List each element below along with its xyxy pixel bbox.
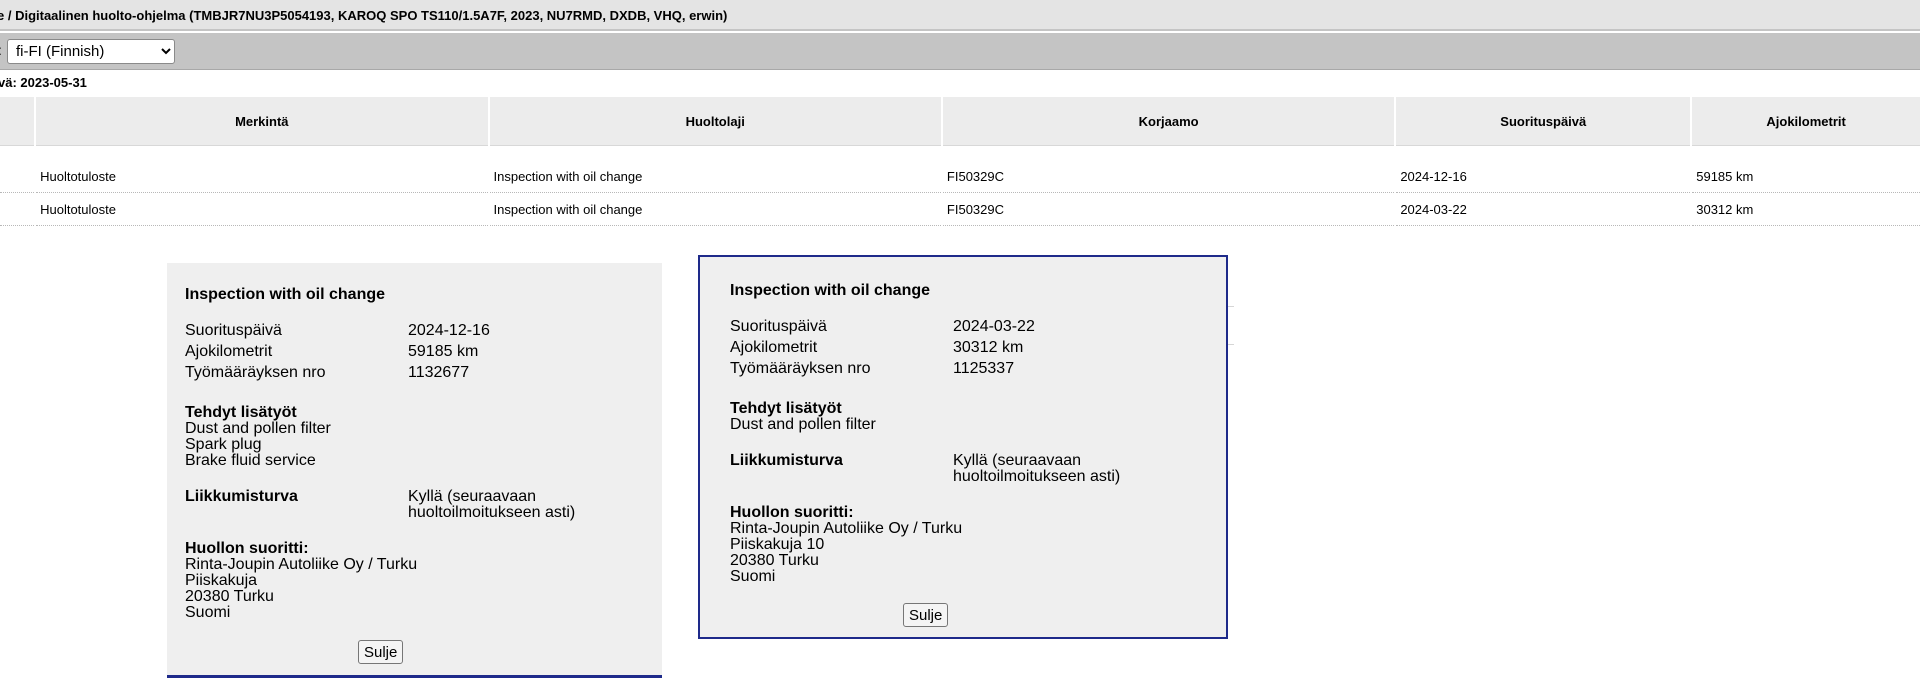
extra-work-item: Spark plug <box>185 436 262 453</box>
cell-huoltolaji[interactable]: Inspection with oil change <box>489 193 941 226</box>
field-label: Ajokilometrit <box>730 339 818 356</box>
performer-line: Suomi <box>730 568 776 585</box>
table-spacer <box>0 146 1920 160</box>
extra-work-item: Dust and pollen filter <box>185 420 331 437</box>
cell-ajokilometrit[interactable]: 59185 km <box>1692 160 1920 193</box>
mobility-value-line: Kyllä (seuraavaan <box>953 452 1082 469</box>
service-detail-popup-2: Inspection with oil change Suorituspäivä… <box>698 255 1228 639</box>
language-bar: : fi-FI (Finnish) <box>0 33 1920 70</box>
field-value: 30312 km <box>953 339 1024 356</box>
cell-merkinta[interactable]: Huoltotuloste <box>36 193 488 226</box>
performer-line: 20380 Turku <box>730 552 819 569</box>
cell-ajokilometrit[interactable]: 30312 km <box>1692 193 1920 226</box>
performer-section: Huollon suoritti: Rinta-Joupin Autoliike… <box>185 541 417 621</box>
table-row[interactable]: Huoltotuloste Inspection with oil change… <box>0 160 1920 193</box>
header-huoltolaji[interactable]: Huoltolaji <box>489 97 941 146</box>
window-title-bar: e / Digitaalinen huolto-ohjelma (TMBJR7N… <box>0 0 1920 31</box>
field-value: 1132677 <box>408 364 470 381</box>
date-line: vä: 2023-05-31 <box>0 70 1920 96</box>
performer-line: Piiskakuja <box>185 572 258 589</box>
extra-work-item: Dust and pollen filter <box>730 416 876 433</box>
mobility-value: Kyllä (seuraavaan huoltoilmoitukseen ast… <box>953 453 1120 485</box>
mobility-value-line: huoltoilmoitukseen asti) <box>953 468 1121 485</box>
close-button[interactable]: Sulje <box>358 640 404 664</box>
close-button[interactable]: Sulje <box>903 603 949 627</box>
cell-huoltolaji[interactable]: Inspection with oil change <box>489 160 941 193</box>
date-text: vä: 2023-05-31 <box>0 75 87 90</box>
field-label: Suorituspäivä <box>730 318 827 335</box>
mobility-value-line: Kyllä (seuraavaan <box>408 488 537 505</box>
window-title: e / Digitaalinen huolto-ohjelma (TMBJR7N… <box>0 8 728 23</box>
performer-line: Piiskakuja 10 <box>730 536 825 553</box>
service-detail-popup-1: Inspection with oil change Suorituspäivä… <box>167 263 662 678</box>
performer-line: Rinta-Joupin Autoliike Oy / Turku <box>185 556 418 573</box>
field-label: Ajokilometrit <box>185 343 273 360</box>
extra-work-title: Tehdyt lisätyöt <box>730 400 842 417</box>
extra-work-section: Tehdyt lisätyöt Dust and pollen filter <box>730 401 876 433</box>
field-value: 2024-12-16 <box>408 322 490 339</box>
header-merkinta[interactable]: Merkintä <box>36 97 488 146</box>
cell-suorituspaiva[interactable]: 2024-03-22 <box>1396 193 1691 226</box>
mobility-value-line: huoltoilmoitukseen asti) <box>408 504 576 521</box>
underlying-table-line <box>1228 344 1234 345</box>
service-history-table: Merkintä Huoltolaji Korjaamo Suorituspäi… <box>0 97 1920 226</box>
cell-korjaamo[interactable]: FI50329C <box>942 160 1395 193</box>
mobility-label: Liikkumisturva <box>730 453 843 469</box>
header-suorituspaiva[interactable]: Suorituspäivä <box>1396 97 1691 146</box>
cell-merkinta[interactable]: Huoltotuloste <box>36 160 488 193</box>
mobility-label-text: Liikkumisturva <box>185 488 298 505</box>
extra-work-item: Brake fluid service <box>185 452 316 469</box>
performer-line: Suomi <box>185 604 231 621</box>
mobility-label-text: Liikkumisturva <box>730 452 843 469</box>
field-label: Työmääräyksen nro <box>185 364 326 381</box>
performer-title: Huollon suoritti: <box>730 504 854 521</box>
table-header-row: Merkintä Huoltolaji Korjaamo Suorituspäi… <box>0 97 1920 146</box>
field-label: Suorituspäivä <box>185 322 282 339</box>
cell-korjaamo[interactable]: FI50329C <box>942 193 1395 226</box>
language-label: : <box>0 42 2 58</box>
field-value: 59185 km <box>408 343 479 360</box>
header-ajokilometrit[interactable]: Ajokilometrit <box>1692 97 1920 146</box>
performer-line: 20380 Turku <box>185 588 274 605</box>
underlying-table-line <box>1228 306 1234 307</box>
language-select[interactable]: fi-FI (Finnish) <box>7 39 175 64</box>
row-blank-cell <box>0 193 35 226</box>
mobility-value: Kyllä (seuraavaan huoltoilmoitukseen ast… <box>408 489 575 521</box>
table-row[interactable]: Huoltotuloste Inspection with oil change… <box>0 193 1920 226</box>
extra-work-section: Tehdyt lisätyöt Dust and pollen filter S… <box>185 405 331 469</box>
performer-title: Huollon suoritti: <box>185 540 309 557</box>
mobility-label: Liikkumisturva <box>185 489 298 505</box>
performer-section: Huollon suoritti: Rinta-Joupin Autoliike… <box>730 505 962 585</box>
field-value: 2024-03-22 <box>953 318 1035 335</box>
header-cell-blank <box>0 97 35 146</box>
field-label: Työmääräyksen nro <box>730 360 871 377</box>
row-blank-cell <box>0 160 35 193</box>
performer-line: Rinta-Joupin Autoliike Oy / Turku <box>730 520 963 537</box>
popup-title: Inspection with oil change <box>730 282 931 299</box>
popup-title: Inspection with oil change <box>185 286 386 303</box>
cell-suorituspaiva[interactable]: 2024-12-16 <box>1396 160 1691 193</box>
extra-work-title: Tehdyt lisätyöt <box>185 404 297 421</box>
header-korjaamo[interactable]: Korjaamo <box>942 97 1395 146</box>
field-value: 1125337 <box>953 360 1015 377</box>
